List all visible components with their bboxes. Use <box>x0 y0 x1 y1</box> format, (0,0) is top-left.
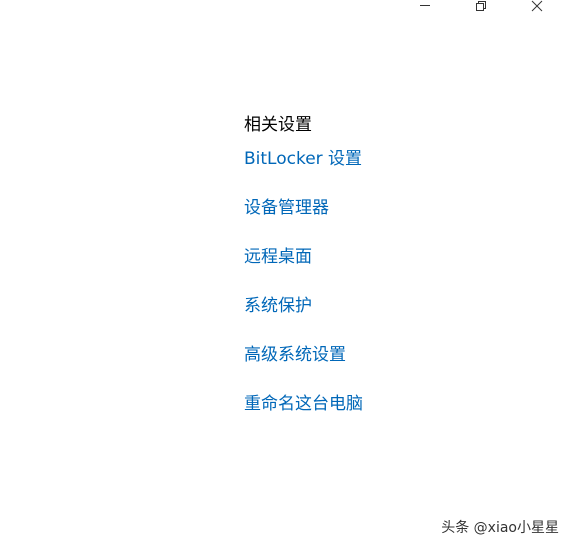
related-settings-heading: 相关设置 <box>244 115 312 135</box>
list-item: 重命名这台电脑 <box>244 392 363 441</box>
bitlocker-settings-link[interactable]: BitLocker 设置 <box>244 149 362 169</box>
restore-button[interactable] <box>453 0 509 14</box>
restore-icon <box>475 0 487 12</box>
watermark: 头条 @xiao小星星 <box>441 520 559 536</box>
related-settings-list: BitLocker 设置 设备管理器 远程桌面 系统保护 高级系统设置 重命名这… <box>244 147 363 441</box>
list-item: 设备管理器 <box>244 196 363 245</box>
advanced-system-settings-link[interactable]: 高级系统设置 <box>244 345 346 365</box>
settings-window: 相关设置 BitLocker 设置 设备管理器 远程桌面 系统保护 高级系统设置… <box>0 0 565 547</box>
list-item: BitLocker 设置 <box>244 147 363 196</box>
window-controls <box>397 0 565 14</box>
rename-this-pc-link[interactable]: 重命名这台电脑 <box>244 394 363 414</box>
system-protection-link[interactable]: 系统保护 <box>244 296 312 316</box>
list-item: 远程桌面 <box>244 245 363 294</box>
list-item: 高级系统设置 <box>244 343 363 392</box>
minimize-button[interactable] <box>397 0 453 14</box>
close-icon <box>531 0 543 12</box>
remote-desktop-link[interactable]: 远程桌面 <box>244 247 312 267</box>
close-button[interactable] <box>509 0 565 14</box>
minimize-icon <box>419 0 431 12</box>
device-manager-link[interactable]: 设备管理器 <box>244 198 329 218</box>
list-item: 系统保护 <box>244 294 363 343</box>
related-settings-section: 相关设置 BitLocker 设置 设备管理器 远程桌面 系统保护 高级系统设置… <box>244 113 363 441</box>
